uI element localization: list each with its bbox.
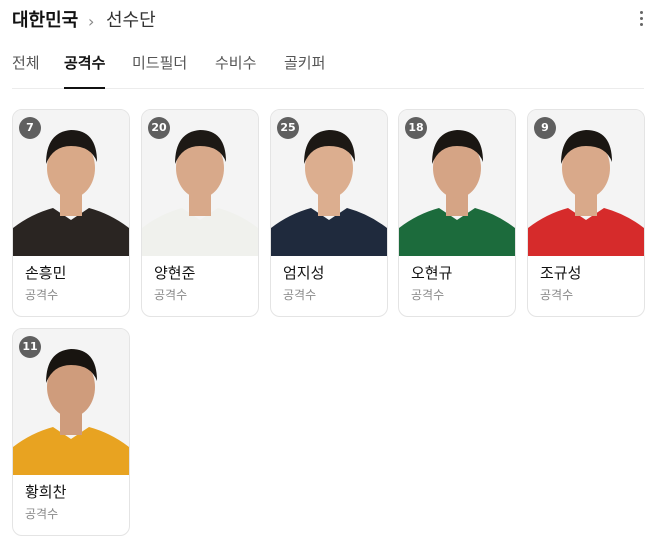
player-name: 조규성 [540,264,582,282]
player-card[interactable]: 25 엄지성 공격수 [270,109,388,317]
jersey-number-badge: 9 [534,117,556,139]
player-position: 공격수 [154,288,188,302]
player-position: 공격수 [25,507,59,521]
player-position: 공격수 [411,288,445,302]
jersey-number-badge: 25 [277,117,299,139]
jersey-number-badge: 20 [148,117,170,139]
player-card[interactable]: 11 황희찬 공격수 [12,328,130,536]
jersey-number-badge: 11 [19,336,41,358]
player-name: 엄지성 [283,264,325,282]
player-card[interactable]: 18 오현규 공격수 [398,109,516,317]
tab-all[interactable]: 전체 [12,50,40,88]
tab-goalkeeper[interactable]: 골키퍼 [284,50,325,88]
player-position: 공격수 [540,288,574,302]
breadcrumb-country[interactable]: 대한민국 [12,9,78,33]
player-name: 손흥민 [25,264,67,282]
jersey-number-badge: 18 [405,117,427,139]
header: 대한민국 › 선수단 [12,6,652,36]
player-name: 오현규 [411,264,453,282]
player-card[interactable]: 7 손흥민 공격수 [12,109,130,317]
page-title: 선수단 [106,10,156,31]
player-position: 공격수 [283,288,317,302]
player-name: 양현준 [154,264,196,282]
player-card[interactable]: 9 조규성 공격수 [527,109,645,317]
tab-forward[interactable]: 공격수 [64,50,106,89]
tab-defender[interactable]: 수비수 [215,50,256,88]
player-card[interactable]: 20 양현준 공격수 [141,109,259,317]
chevron-right-icon: › [88,12,95,31]
tab-midfielder[interactable]: 미드필더 [132,50,187,88]
position-tabs: 전체 공격수 미드필더 수비수 골키퍼 [12,50,644,89]
player-position: 공격수 [25,288,59,302]
player-name: 황희찬 [25,483,67,501]
more-vertical-icon[interactable] [638,11,644,29]
jersey-number-badge: 7 [19,117,41,139]
